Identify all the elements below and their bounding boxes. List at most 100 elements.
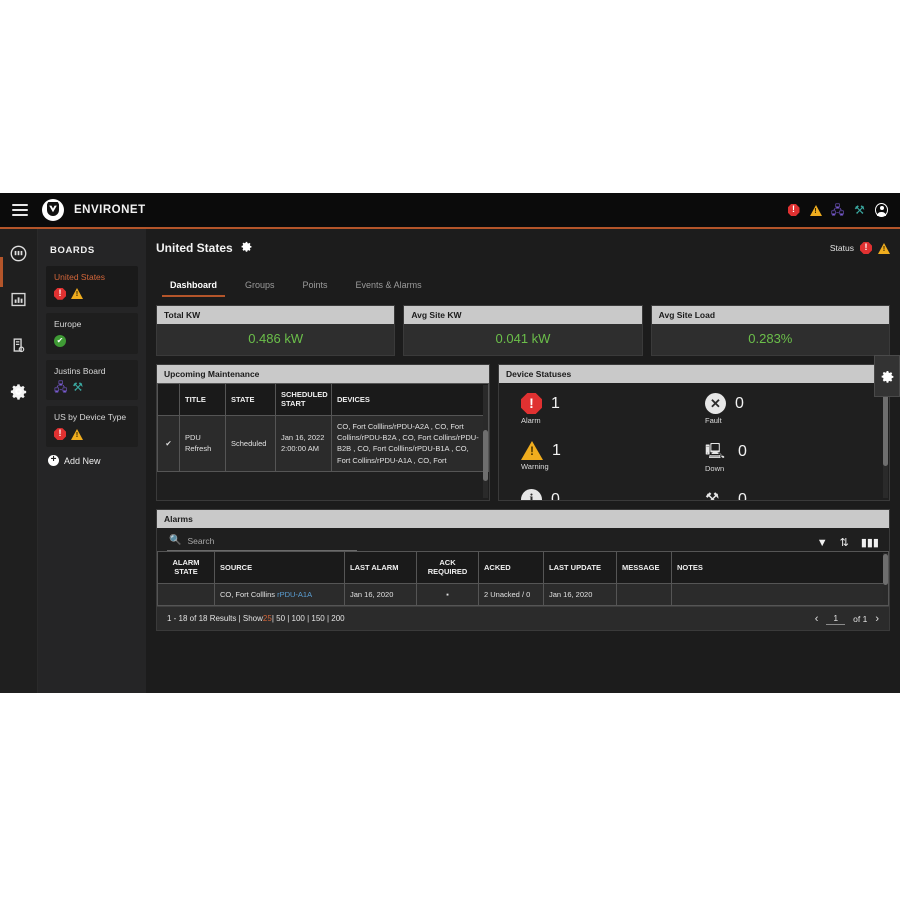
kpi-value: 0.486 kW [157, 324, 395, 355]
panel-title: Alarms [157, 510, 889, 528]
status-count: 0 [735, 394, 744, 412]
alarm-icon [54, 428, 66, 441]
settings-icon[interactable] [9, 381, 29, 401]
page-size-options[interactable]: | 50 | 100 | 150 | 200 [272, 614, 345, 623]
maintenance-icon[interactable]: ⚒ [853, 204, 866, 217]
dashboards-icon[interactable] [9, 243, 29, 263]
devices-icon[interactable] [9, 335, 29, 355]
cell-message [616, 582, 672, 606]
device-status-info[interactable]: 0 Info [521, 489, 705, 500]
status-count: 1 [552, 441, 561, 459]
row-devices[interactable]: CO, Fort Colllins/rPDU-A2A , CO, Fort Co… [331, 414, 489, 472]
chevron-right-icon[interactable]: › [875, 613, 879, 625]
alarms-table-body[interactable]: ALARM STATE SOURCE LAST ALARM ACK REQUIR… [157, 551, 889, 606]
tab-groups[interactable]: Groups [231, 280, 289, 297]
sidebar-item-europe[interactable]: Europe [46, 312, 138, 354]
upcoming-maintenance-body[interactable]: TITLE STATE SCHEDULED START DEVICES ✔ PD… [157, 383, 489, 500]
plus-icon: + [48, 455, 59, 467]
sidebar-item-us-by-device-type[interactable]: US by Device Type [46, 406, 138, 448]
table-row[interactable]: ✔ PDU Refresh Scheduled Jan 16, 2022 2:0… [157, 414, 489, 472]
source-link[interactable]: rPDU-A1A [277, 590, 312, 599]
table-header-row: TITLE STATE SCHEDULED START DEVICES [157, 383, 489, 416]
status-label: Alarm [521, 416, 541, 425]
device-status-warning[interactable]: 1 Warning [521, 441, 705, 488]
col-last-update: LAST UPDATE [543, 551, 617, 584]
page-size-active[interactable]: 25 [263, 614, 272, 623]
upcoming-maintenance-panel: Upcoming Maintenance TITLE STATE SCHEDUL… [156, 364, 490, 501]
hamburger-menu-icon[interactable] [12, 204, 28, 216]
device-status-down[interactable]: 🖳 0 Down [705, 441, 889, 488]
results-text: 1 - 18 of 18 Results | Show [167, 614, 263, 623]
board-label: Europe [54, 318, 82, 329]
rail-active-indicator [0, 257, 3, 287]
pagination: ‹ 1 of 1 › [815, 613, 879, 625]
status-indicator-group: Status [830, 242, 890, 254]
col-scheduled-start: SCHEDULED START [275, 383, 332, 416]
cell-source[interactable]: CO, Fort Colllins rPDU-A1A [214, 582, 345, 606]
upcoming-maintenance-scrollbar[interactable] [483, 385, 488, 498]
dashboard-settings-flyout-button[interactable] [874, 355, 900, 397]
add-new-board-button[interactable]: + Add New [48, 455, 138, 467]
panel-title: Device Statuses [499, 365, 889, 383]
device-status-maintenance[interactable]: ⚒ 0 Maintenance [705, 489, 889, 501]
alarms-panel: Alarms 🔍 ▼ ⇅ ▮▮▮ [156, 509, 890, 631]
environet-app-window: ENVIRONET 🖧 ⚒ [0, 193, 900, 693]
sidebar-item-united-states[interactable]: United States [46, 266, 138, 307]
alarms-toolbar-icons: ▼ ⇅ ▮▮▮ [817, 536, 879, 550]
page-number[interactable]: 1 [826, 613, 846, 625]
tab-points[interactable]: Points [289, 280, 342, 297]
maintenance-icon: ⚒ [72, 380, 84, 395]
table-row[interactable]: CO, Fort Colllins rPDU-A1A Jan 16, 2020 … [157, 582, 889, 606]
search-input[interactable] [187, 535, 355, 546]
page-header: United States Status [156, 237, 890, 259]
tab-dashboard[interactable]: Dashboard [156, 280, 231, 297]
board-label: United States [54, 272, 106, 282]
page-tabs: Dashboard Groups Points Events & Alarms [156, 271, 890, 297]
cell-last-update: Jan 16, 2020 [543, 582, 617, 606]
status-label: Status [829, 243, 854, 253]
row-check-icon[interactable]: ✔ [157, 414, 180, 472]
tab-events-alarms[interactable]: Events & Alarms [342, 280, 436, 297]
cell-notes [671, 582, 889, 606]
alarms-footer: 1 - 18 of 18 Results | Show 25 | 50 | 10… [157, 606, 889, 630]
device-status-fault[interactable]: 0 Fault [705, 393, 889, 440]
row-title-link[interactable]: PDU Refresh [179, 414, 226, 472]
sidebar-item-justins-board[interactable]: Justins Board 🖧 ⚒ [46, 359, 138, 401]
status-label: Fault [705, 416, 722, 425]
warning-icon [71, 288, 83, 300]
col-notes: NOTES [671, 551, 889, 584]
warning-icon [878, 242, 890, 254]
device-status-alarm[interactable]: 1 Alarm [521, 393, 705, 440]
info-icon [521, 489, 542, 500]
col-alarm-state: ALARM STATE [157, 551, 215, 584]
sort-icon[interactable]: ⇅ [840, 536, 849, 549]
status-label: Down [705, 464, 725, 473]
cell-acked[interactable]: 2 Unacked / 0 [478, 582, 544, 606]
alarm-icon [860, 242, 872, 254]
add-new-label: Add New [64, 455, 101, 466]
device-statuses-scrollbar[interactable] [883, 385, 888, 498]
account-icon[interactable] [875, 203, 888, 217]
cell-last-alarm: Jan 16, 2020 [344, 582, 417, 606]
kpi-title: Total KW [157, 306, 395, 324]
columns-icon[interactable]: ▮▮▮ [861, 536, 879, 549]
alarm-icon[interactable] [787, 204, 800, 217]
environet-logo-icon [42, 199, 64, 221]
kpi-card-avg-site-load: Avg Site Load 0.283% [650, 305, 890, 356]
alarms-scrollbar[interactable] [883, 553, 888, 604]
col-source: SOURCE [214, 551, 345, 584]
status-label: Warning [521, 462, 549, 471]
reports-icon[interactable] [9, 289, 29, 309]
col-state: STATE [225, 383, 276, 416]
maintenance-icon: ⚒ [705, 491, 720, 500]
chevron-left-icon[interactable]: ‹ [815, 613, 819, 625]
alarms-toolbar: 🔍 ▼ ⇅ ▮▮▮ [157, 528, 889, 551]
search-field[interactable]: 🔍 [167, 534, 357, 551]
warning-icon [71, 428, 83, 440]
col-message: MESSAGE [616, 551, 672, 584]
gear-icon[interactable] [241, 239, 252, 257]
network-icon[interactable]: 🖧 [831, 204, 844, 217]
dashboard-widgets-row: Upcoming Maintenance TITLE STATE SCHEDUL… [156, 364, 890, 501]
filter-icon[interactable]: ▼ [817, 537, 828, 549]
warning-icon[interactable] [809, 204, 822, 217]
